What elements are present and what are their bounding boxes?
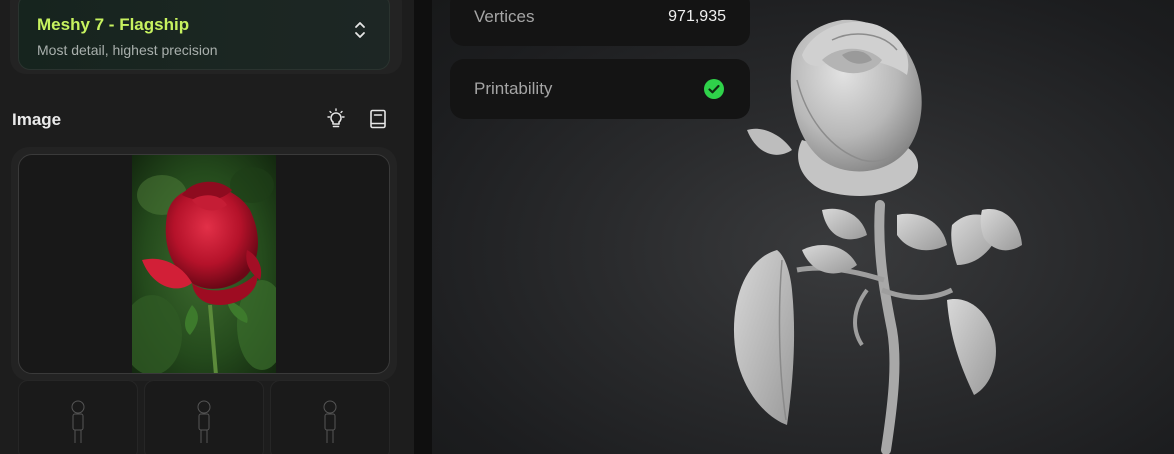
model-selector[interactable]: Meshy 7 - Flagship Most detail, highest …: [18, 0, 390, 70]
example-thumbnail[interactable]: [144, 380, 264, 454]
character-figure-icon: [197, 400, 211, 443]
model-name: Meshy 7 - Flagship: [37, 15, 190, 34]
image-upload-preview[interactable]: [18, 154, 390, 374]
chevron-up-down-icon[interactable]: [353, 19, 367, 41]
book-icon: [370, 109, 386, 129]
3d-rose-model[interactable]: [702, 0, 1062, 454]
uploaded-rose-image: [132, 155, 276, 373]
vertices-label: Vertices: [474, 7, 535, 26]
printability-label: Printability: [474, 79, 553, 98]
example-thumbnail[interactable]: [270, 380, 390, 454]
image-section-title: Image: [12, 110, 62, 129]
model-description: Most detail, highest precision: [37, 42, 218, 58]
example-thumbnail[interactable]: [18, 380, 138, 454]
panel-divider[interactable]: [414, 0, 432, 454]
lightbulb-icon: [327, 108, 345, 128]
character-figure-icon: [71, 400, 85, 443]
left-panel: Meshy 7 - Flagship Most detail, highest …: [0, 0, 414, 454]
tips-button[interactable]: [323, 106, 349, 132]
character-figure-icon: [323, 400, 337, 443]
3d-viewport[interactable]: Vertices 971,935 Printability: [432, 0, 1174, 454]
guide-button[interactable]: [365, 106, 391, 132]
